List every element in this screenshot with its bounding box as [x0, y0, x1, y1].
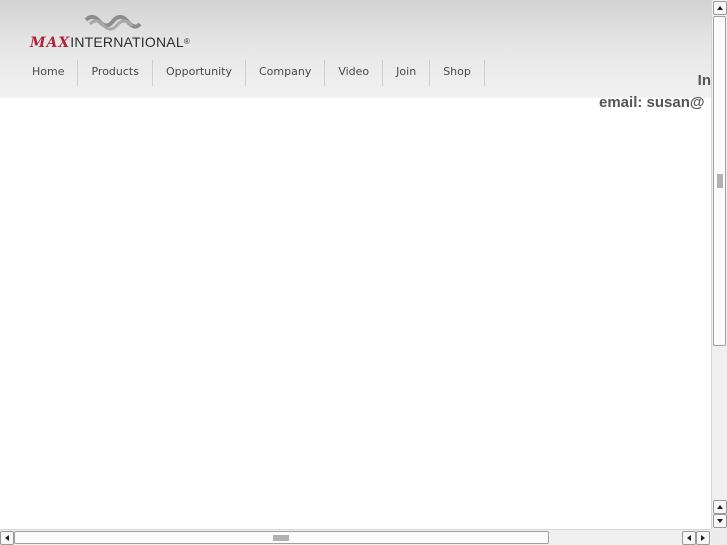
vertical-scroll-thumb[interactable]	[713, 16, 726, 346]
contact-heading: In	[697, 72, 711, 89]
contact-email[interactable]: email: susan@	[599, 94, 705, 111]
nav-item-home[interactable]: Home	[19, 60, 79, 86]
nav-item-shop[interactable]: Shop	[430, 60, 485, 86]
arrow-up-icon[interactable]	[713, 500, 727, 514]
horizontal-scroll-thumb[interactable]	[14, 531, 549, 544]
arrow-up-icon[interactable]	[713, 1, 727, 15]
nav-item-video[interactable]: Video	[325, 60, 384, 86]
arrow-down-icon[interactable]	[713, 514, 727, 528]
arrow-right-icon[interactable]	[696, 531, 710, 545]
arrow-left-icon[interactable]	[0, 531, 14, 545]
nav-item-products[interactable]: Products	[78, 60, 153, 86]
arrow-left-icon[interactable]	[682, 531, 696, 545]
logo-max-text: MAX	[30, 35, 71, 51]
nav-item-company[interactable]: Company	[246, 60, 326, 86]
main-nav: Home Products Opportunity Company Video …	[19, 60, 485, 86]
horizontal-scrollbar[interactable]	[0, 529, 711, 545]
vertical-scrollbar[interactable]	[711, 0, 727, 529]
nav-item-join[interactable]: Join	[383, 60, 431, 86]
logo-wordmark: MAXINTERNATIONAL®	[30, 34, 190, 51]
page-viewport: MAXINTERNATIONAL® Home Products Opportun…	[0, 0, 711, 529]
wave-logo-icon	[84, 14, 142, 32]
nav-item-opportunity[interactable]: Opportunity	[153, 60, 246, 86]
max-international-logo[interactable]: MAXINTERNATIONAL®	[30, 12, 200, 56]
logo-international-text: INTERNATIONAL	[70, 34, 184, 50]
grip-icon	[717, 174, 723, 188]
scrollbar-corner	[711, 529, 727, 545]
site-header: MAXINTERNATIONAL® Home Products Opportun…	[0, 0, 711, 98]
registered-mark: ®	[183, 37, 190, 46]
grip-icon	[273, 535, 289, 541]
